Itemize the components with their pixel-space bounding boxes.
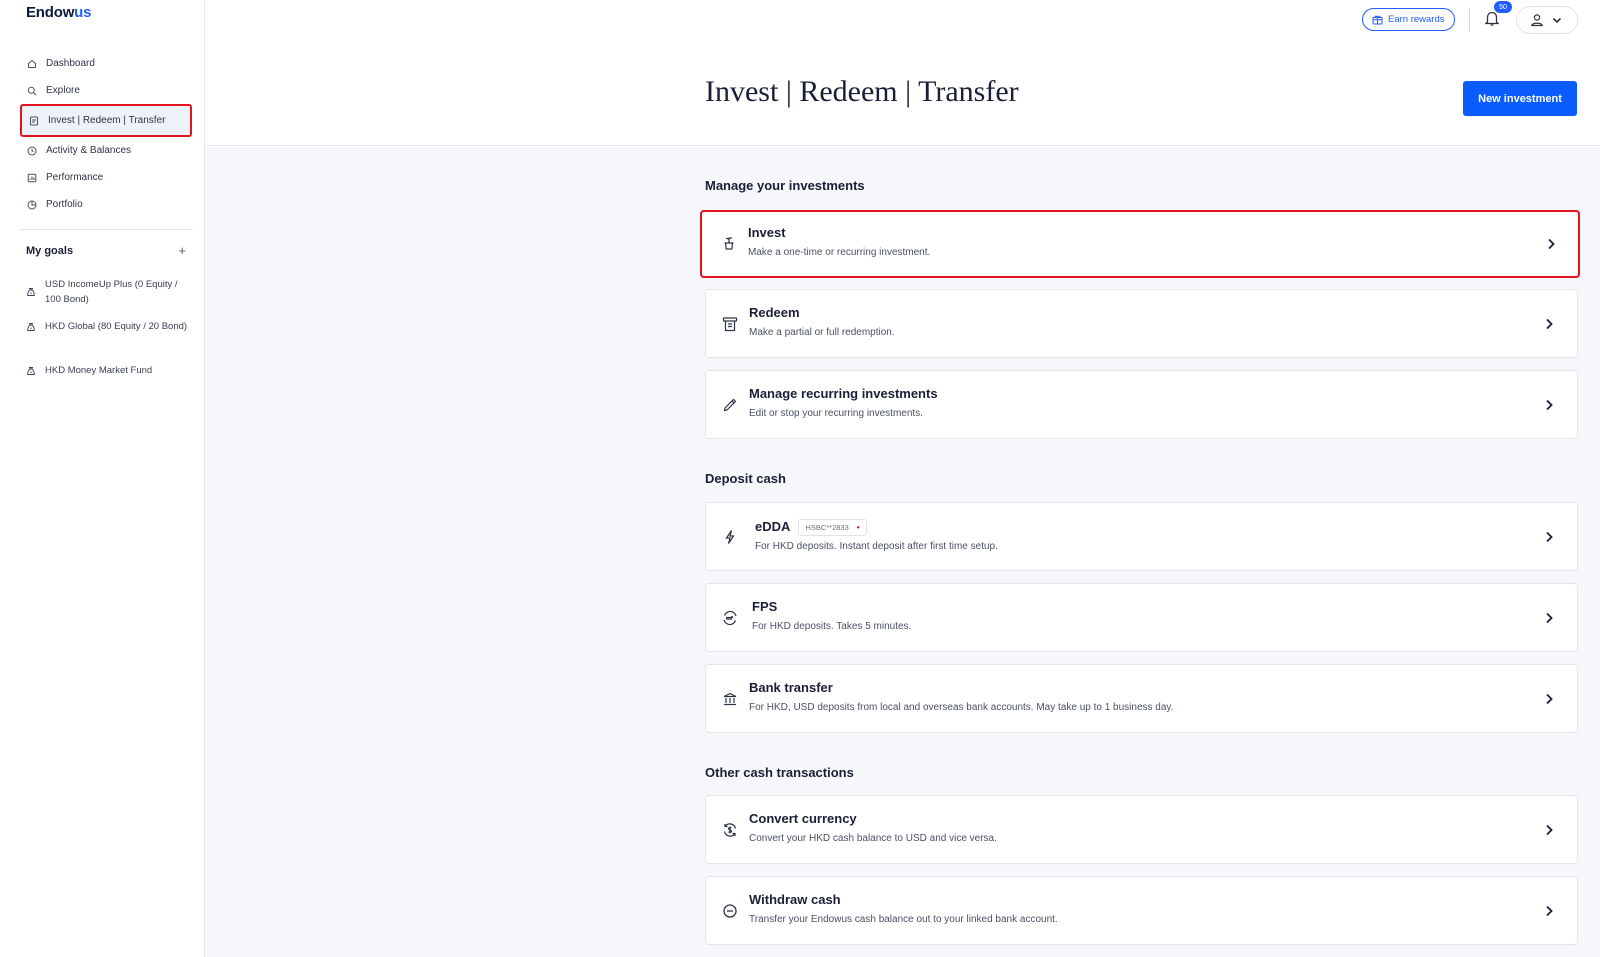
card-description: Make a partial or full redemption.	[749, 327, 895, 338]
card-title: Redeem	[749, 305, 800, 320]
chevron-right-icon	[1545, 237, 1557, 251]
goal-item[interactable]: HKD Global (80 Equity / 20 Bond)	[26, 319, 191, 334]
withdraw-cash-card[interactable]: Withdraw cash Transfer your Endowus cash…	[705, 876, 1578, 945]
sidebar-item-label: Performance	[46, 172, 104, 183]
card-title: Withdraw cash	[749, 892, 841, 907]
goals-header: My goals +	[26, 243, 186, 258]
currency-exchange-icon	[722, 822, 738, 838]
endowus-logo[interactable]: Endowus	[26, 4, 91, 21]
goal-label: HKD Global (80 Equity / 20 Bond)	[45, 321, 188, 332]
card-description: For HKD deposits. Takes 5 minutes.	[752, 621, 912, 632]
card-title: Convert currency	[749, 811, 857, 826]
goal-item[interactable]: USD IncomeUp Plus (0 Equity / 100 Bond)	[26, 277, 191, 307]
goal-label: USD IncomeUp Plus (0 Equity / 100 Bond)	[45, 279, 178, 305]
card-title: Bank transfer	[749, 680, 833, 695]
lightning-icon	[722, 529, 738, 545]
goal-label: HKD Money Market Fund	[45, 365, 153, 376]
chevron-right-icon	[1543, 904, 1555, 918]
chevron-right-icon	[1543, 398, 1555, 412]
edda-title: eDDA	[755, 519, 791, 534]
bank-icon	[722, 691, 738, 707]
pencil-icon	[722, 397, 738, 413]
chart-icon	[27, 173, 37, 183]
card-title: eDDA HSBC**2833 •	[755, 519, 867, 537]
notification-count-badge: 50	[1494, 1, 1512, 13]
minus-circle-icon	[722, 903, 738, 919]
linked-account-label: HSBC**2833	[805, 523, 849, 533]
bank-transfer-card[interactable]: Bank transfer For HKD, USD deposits from…	[705, 664, 1578, 733]
chevron-right-icon	[1543, 611, 1555, 625]
eye-icon[interactable]: •	[857, 523, 860, 532]
fps-icon	[722, 610, 738, 626]
sidebar-item-invest-redeem-transfer[interactable]: Invest | Redeem | Transfer	[20, 104, 192, 137]
linked-account-tag: HSBC**2833 •	[798, 519, 867, 537]
edda-card[interactable]: eDDA HSBC**2833 • For HKD deposits. Instan…	[705, 502, 1578, 571]
sidebar-item-label: Portfolio	[46, 199, 83, 210]
earn-rewards-button[interactable]: Earn rewards	[1362, 8, 1455, 31]
invest-card[interactable]: Invest Make a one-time or recurring inve…	[700, 210, 1580, 278]
card-description: For HKD, USD deposits from local and ove…	[749, 702, 1174, 713]
user-menu-button[interactable]	[1516, 6, 1578, 34]
section-title-deposit: Deposit cash	[705, 471, 786, 486]
gift-icon	[1372, 15, 1383, 25]
pie-icon	[27, 200, 37, 210]
sidebar-item-activity-balances[interactable]: Activity & Balances	[20, 137, 192, 164]
sidebar-item-label: Invest | Redeem | Transfer	[48, 115, 166, 126]
add-goal-button[interactable]: +	[178, 243, 186, 258]
card-title: Invest	[748, 225, 786, 240]
chevron-right-icon	[1543, 692, 1555, 706]
header-separator	[1469, 8, 1470, 32]
plant-pot-icon	[721, 235, 737, 251]
card-description: Edit or stop your recurring investments.	[749, 408, 923, 419]
card-description: Transfer your Endowus cash balance out t…	[749, 914, 1058, 925]
earn-rewards-label: Earn rewards	[1388, 14, 1445, 25]
card-title: Manage recurring investments	[749, 386, 938, 401]
manage-recurring-card[interactable]: Manage recurring investments Edit or sto…	[705, 370, 1578, 439]
card-title: FPS	[752, 599, 778, 614]
document-icon	[29, 116, 39, 126]
user-icon	[1531, 14, 1543, 27]
sidebar-item-label: Activity & Balances	[46, 145, 132, 156]
section-title-manage: Manage your investments	[705, 178, 865, 193]
sidebar-item-label: Explore	[46, 85, 80, 96]
sidebar-divider	[20, 229, 193, 230]
chevron-right-icon	[1543, 317, 1555, 331]
chevron-right-icon	[1543, 823, 1555, 837]
chevron-right-icon	[1543, 530, 1555, 544]
card-description: Convert your HKD cash balance to USD and…	[749, 833, 997, 844]
fps-card[interactable]: FPS For HKD deposits. Takes 5 minutes.	[705, 583, 1578, 652]
goals-title: My goals	[26, 244, 74, 257]
sidebar-item-label: Dashboard	[46, 58, 95, 69]
page-title: Invest | Redeem | Transfer	[705, 75, 1019, 108]
sidebar-item-explore[interactable]: Explore	[20, 77, 192, 104]
home-icon	[27, 59, 37, 69]
goal-bag-icon	[26, 287, 36, 297]
new-investment-button[interactable]: New investment	[1463, 81, 1577, 116]
sidebar-item-dashboard[interactable]: Dashboard	[20, 50, 192, 77]
search-icon	[27, 86, 37, 96]
convert-currency-card[interactable]: Convert currency Convert your HKD cash b…	[705, 795, 1578, 864]
section-title-other: Other cash transactions	[705, 765, 854, 780]
goal-bag-icon	[26, 366, 36, 376]
card-description: Make a one-time or recurring investment.	[748, 247, 931, 258]
sidebar-item-portfolio[interactable]: Portfolio	[20, 191, 192, 218]
card-description: For HKD deposits. Instant deposit after …	[755, 541, 998, 552]
goal-item[interactable]: HKD Money Market Fund	[26, 363, 191, 378]
receipt-icon	[722, 316, 738, 332]
sidebar-item-performance[interactable]: Performance	[20, 164, 192, 191]
chevron-down-icon	[1552, 17, 1562, 24]
redeem-card[interactable]: Redeem Make a partial or full redemption…	[705, 289, 1578, 358]
sidebar: Endowus Dashboard Explore Invest | Redee…	[0, 0, 205, 957]
goal-bag-icon	[26, 322, 36, 332]
clock-icon	[27, 146, 37, 156]
sidebar-nav: Dashboard Explore Invest | Redeem | Tran…	[20, 50, 192, 218]
